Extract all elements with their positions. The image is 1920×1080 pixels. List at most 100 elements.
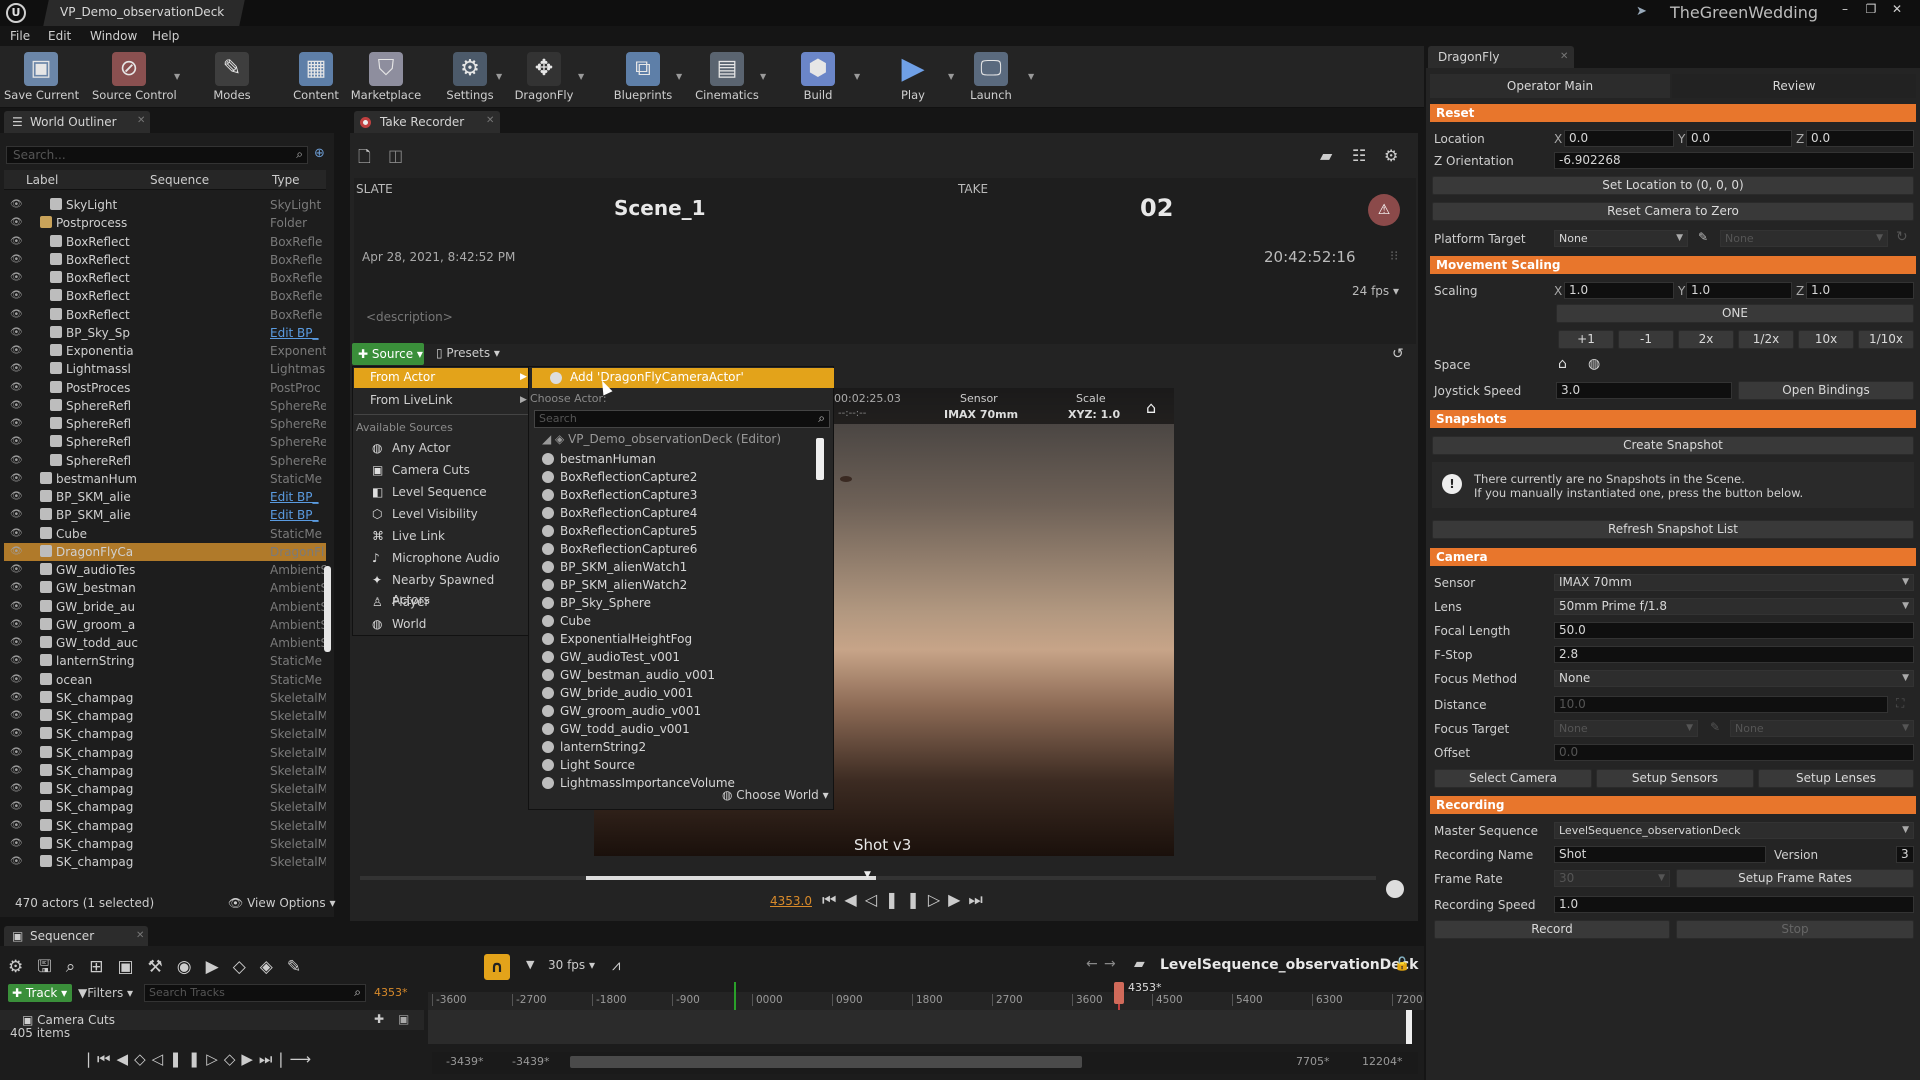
- maximize-icon[interactable]: ❐: [1858, 0, 1884, 18]
- range-end1[interactable]: 7705*: [1296, 1055, 1330, 1068]
- visibility-eye-icon[interactable]: 👁: [10, 379, 23, 397]
- marketplace-button[interactable]: ⛉ Marketplace: [346, 50, 426, 106]
- lens-dropdown[interactable]: 50mm Prime f/1.8 ▼: [1554, 598, 1914, 615]
- outliner-row[interactable]: 👁 BP_Sky_Sp Edit BP_: [4, 324, 326, 342]
- outliner-row[interactable]: 👁 BP_SKM_alie Edit BP_: [4, 506, 326, 524]
- outliner-row[interactable]: 👁 BoxReflect BoxRefle: [4, 251, 326, 269]
- add-track-button[interactable]: ✚ Track ▾: [8, 984, 72, 1002]
- outliner-row[interactable]: 👁 GW_bestman AmbientS: [4, 579, 326, 597]
- nav-forward-icon[interactable]: →: [1104, 956, 1116, 972]
- outliner-row[interactable]: 👁 ocean StaticMe: [4, 671, 326, 689]
- visibility-eye-icon[interactable]: 👁: [10, 652, 23, 670]
- fstop-field[interactable]: 2.8: [1554, 646, 1914, 663]
- actor-item[interactable]: GW_audioTest_v001: [542, 648, 680, 666]
- presets-button[interactable]: ▯ Presets ▾: [436, 346, 500, 360]
- outliner-row[interactable]: 👁 SK_champag SkeletalM: [4, 853, 326, 871]
- source-item[interactable]: ◧ Level Sequence: [358, 482, 528, 502]
- section-reset[interactable]: Reset: [1430, 104, 1916, 122]
- actor-item[interactable]: GW_bestman_audio_v001: [542, 666, 715, 684]
- visibility-eye-icon[interactable]: 👁: [10, 835, 23, 853]
- visibility-eye-icon[interactable]: 👁: [10, 251, 23, 269]
- description-field[interactable]: <description>: [366, 310, 453, 324]
- transport-controls[interactable]: ⏮◀◁❚❚▷▶⏭: [822, 890, 991, 910]
- outliner-row[interactable]: 👁 SK_champag SkeletalM: [4, 762, 326, 780]
- view-options-button[interactable]: 👁 View Options ▾: [228, 896, 336, 910]
- visibility-eye-icon[interactable]: 👁: [10, 725, 23, 743]
- visibility-eye-icon[interactable]: 👁: [10, 561, 23, 579]
- fps-dropdown[interactable]: 24 fps ▾: [1352, 284, 1399, 298]
- location-y-field[interactable]: 0.0: [1686, 130, 1792, 147]
- modes-button[interactable]: ✎ Modes: [196, 50, 268, 106]
- actor-item[interactable]: bestmanHuman: [542, 450, 656, 468]
- outliner-row[interactable]: 👁 Cube StaticMe: [4, 525, 326, 543]
- visibility-eye-icon[interactable]: 👁: [10, 689, 23, 707]
- volume-knob[interactable]: [1386, 880, 1404, 898]
- outliner-row[interactable]: 👁 SK_champag SkeletalM: [4, 707, 326, 725]
- visibility-eye-icon[interactable]: 👁: [10, 762, 23, 780]
- visibility-eye-icon[interactable]: 👁: [10, 397, 23, 415]
- setup-lenses-button[interactable]: Setup Lenses: [1758, 769, 1914, 788]
- visibility-eye-icon[interactable]: 👁: [10, 360, 23, 378]
- outliner-row[interactable]: 👁 SphereRefl SphereRe: [4, 433, 326, 451]
- visibility-eye-icon[interactable]: 👁: [10, 798, 23, 816]
- refresh-icon[interactable]: ↺: [1392, 346, 1404, 362]
- actor-item[interactable]: BoxReflectionCapture5: [542, 522, 697, 540]
- outliner-add-filter-icon[interactable]: ⊕: [314, 146, 325, 161]
- location-z-field[interactable]: 0.0: [1806, 130, 1914, 147]
- slate-value[interactable]: Scene_1: [614, 196, 706, 220]
- source-item[interactable]: ◍ World: [358, 614, 528, 634]
- recording-name-field[interactable]: Shot: [1554, 846, 1766, 863]
- visibility-eye-icon[interactable]: 👁: [10, 433, 23, 451]
- range-end2[interactable]: 12204*: [1362, 1055, 1403, 1068]
- tab-review[interactable]: Review: [1672, 74, 1916, 98]
- add-camera-cut-icon[interactable]: ✚: [374, 1012, 384, 1026]
- range-scrollbar[interactable]: [570, 1056, 1082, 1068]
- outliner-row[interactable]: 👁 SkyLight SkyLight: [4, 196, 326, 214]
- visibility-eye-icon[interactable]: 👁: [10, 579, 23, 597]
- filters-button[interactable]: ▼Filters ▾: [78, 986, 133, 1000]
- create-snapshot-button[interactable]: Create Snapshot: [1432, 436, 1914, 455]
- blueprints-dropdown-icon[interactable]: ▼: [676, 72, 682, 81]
- sequencer-transport[interactable]: |⏮◀◇◁❚❚▷◇▶⏭|⟶: [86, 1050, 317, 1068]
- world-root-item[interactable]: ◢ ◈ VP_Demo_observationDeck (Editor): [542, 432, 781, 446]
- save-current-button[interactable]: ▣ Save Current: [4, 50, 79, 106]
- dragonfly-button[interactable]: ✥ DragonFly: [508, 50, 580, 106]
- visibility-eye-icon[interactable]: 👁: [10, 671, 23, 689]
- visibility-eye-icon[interactable]: 👁: [10, 287, 23, 305]
- visibility-eye-icon[interactable]: 👁: [10, 707, 23, 725]
- menu-edit[interactable]: Edit: [48, 29, 71, 43]
- play-button[interactable]: ▶ Play: [876, 50, 950, 106]
- record-button[interactable]: ⚠: [1368, 194, 1400, 226]
- tab-sequencer[interactable]: Sequencer: [4, 926, 148, 946]
- from-livelink-item[interactable]: From LiveLink: [370, 393, 453, 407]
- home-icon[interactable]: ⌂: [1146, 398, 1156, 417]
- outliner-row[interactable]: 👁 SphereRefl SphereRe: [4, 452, 326, 470]
- outliner-row[interactable]: 👁 SK_champag SkeletalM: [4, 725, 326, 743]
- visibility-eye-icon[interactable]: 👁: [10, 506, 23, 524]
- source-button[interactable]: ✚ Source ▾: [352, 343, 424, 365]
- outliner-row-type[interactable]: Edit BP_: [270, 488, 319, 506]
- outliner-row[interactable]: 👁 BoxReflect BoxRefle: [4, 269, 326, 287]
- outliner-row[interactable]: 👁 PostProces PostProc: [4, 379, 326, 397]
- outliner-row[interactable]: 👁 Exponentia Exponent: [4, 342, 326, 360]
- actor-item[interactable]: BoxReflectionCapture3: [542, 486, 697, 504]
- refresh-snapshot-button[interactable]: Refresh Snapshot List: [1432, 520, 1914, 539]
- new-take-icon[interactable]: 🗋: [358, 146, 371, 173]
- visibility-eye-icon[interactable]: 👁: [10, 488, 23, 506]
- outliner-row[interactable]: 👁 BoxReflect BoxRefle: [4, 306, 326, 324]
- scrubber-handle-icon[interactable]: ▼: [864, 870, 871, 880]
- outliner-row[interactable]: 👁 lanternString StaticMe: [4, 652, 326, 670]
- sequence-lock-icon[interactable]: 🔓: [1394, 957, 1410, 972]
- review-take-icon[interactable]: ◫: [388, 146, 403, 165]
- outliner-row-type[interactable]: Edit BP_: [270, 324, 319, 342]
- local-space-icon[interactable]: ⌂: [1558, 356, 1567, 372]
- visibility-eye-icon[interactable]: 👁: [10, 634, 23, 652]
- sequencer-vscroll[interactable]: [1406, 1010, 1412, 1044]
- recording-speed-field[interactable]: 1.0: [1554, 896, 1914, 913]
- outliner-row[interactable]: 👁 SK_champag SkeletalM: [4, 744, 326, 762]
- visibility-eye-icon[interactable]: 👁: [10, 233, 23, 251]
- outliner-row[interactable]: 👁 SK_champag SkeletalM: [4, 817, 326, 835]
- tab-operator-main[interactable]: Operator Main: [1430, 74, 1670, 98]
- outliner-row[interactable]: 👁 GW_audioTes AmbientS: [4, 561, 326, 579]
- actor-item[interactable]: BoxReflectionCapture4: [542, 504, 697, 522]
